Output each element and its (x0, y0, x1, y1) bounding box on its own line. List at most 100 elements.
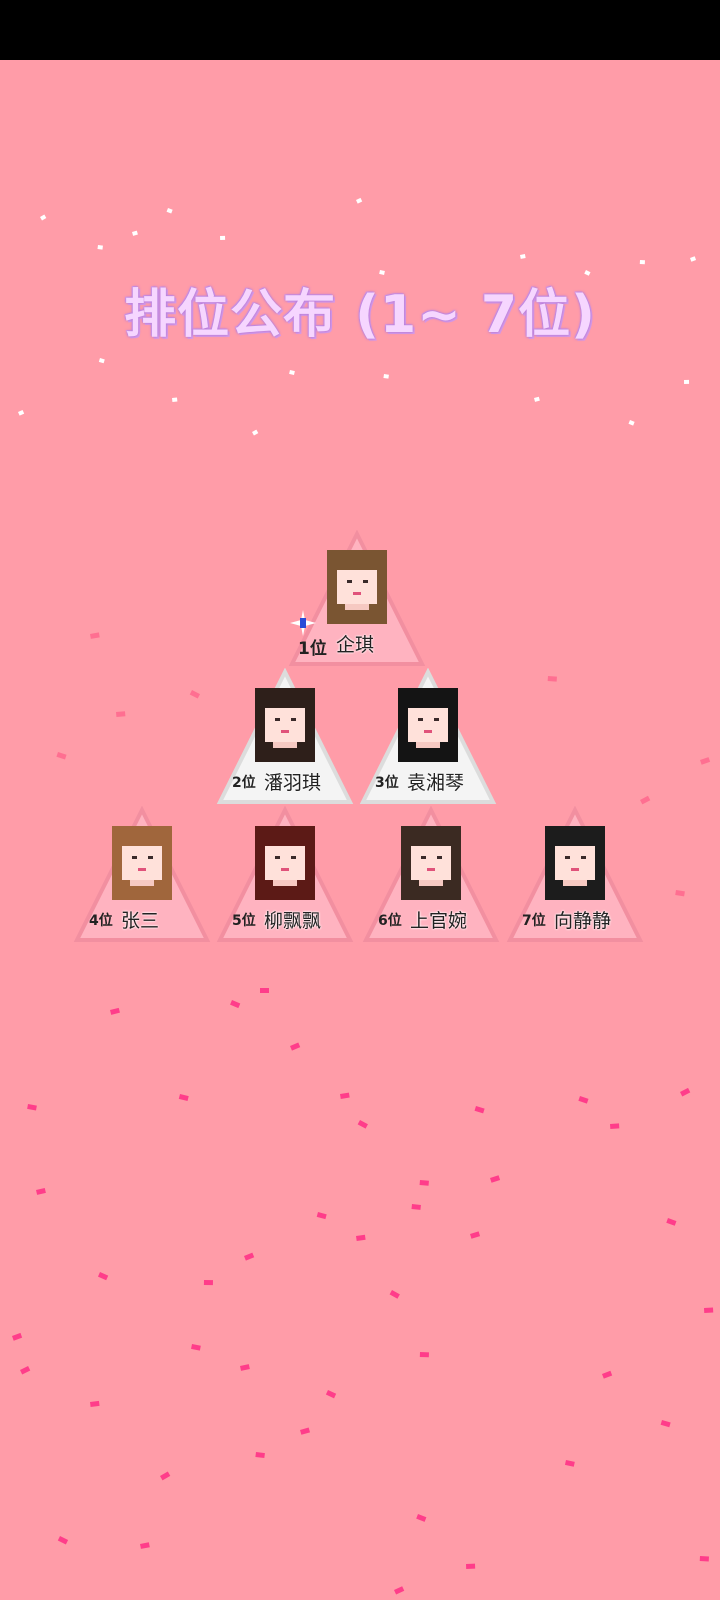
rank-card-2[interactable]: 2位 潘羽琪 (216, 668, 354, 806)
confetti-piece (203, 1280, 213, 1286)
rank-label: 3位 (375, 775, 399, 791)
avatar (112, 826, 172, 900)
confetti-piece (172, 397, 178, 402)
confetti-piece (465, 1563, 476, 1569)
confetti-piece (299, 1427, 311, 1435)
confetti-piece (220, 235, 226, 240)
avatar (545, 826, 605, 900)
confetti-piece (684, 379, 690, 384)
rank-label: 2位 (232, 775, 256, 791)
rank-label: 1位 (298, 639, 327, 659)
confetti-piece (17, 409, 25, 416)
confetti-piece (474, 1106, 485, 1114)
confetti-piece (389, 1290, 400, 1299)
player-name: 潘羽琪 (264, 772, 322, 794)
confetti-piece (383, 374, 389, 379)
confetti-piece (355, 1234, 366, 1241)
confetti-piece (704, 1307, 714, 1313)
rank-card-4[interactable]: 4位 张三 (73, 806, 211, 944)
confetti-piece (470, 1231, 481, 1239)
confetti-piece (139, 1542, 150, 1549)
player-name: 向静静 (554, 910, 612, 932)
confetti-piece (97, 245, 103, 250)
avatar (398, 688, 458, 762)
rank-label: 5位 (232, 913, 256, 929)
confetti-piece (255, 1452, 265, 1459)
confetti-piece (290, 1042, 301, 1051)
avatar (327, 550, 387, 624)
confetti-piece (547, 676, 557, 682)
confetti-piece (325, 1389, 337, 1399)
confetti-piece (90, 632, 100, 639)
confetti-piece (289, 370, 295, 376)
confetti-piece (610, 1123, 620, 1129)
confetti-piece (251, 429, 259, 436)
confetti-piece (679, 1087, 691, 1097)
confetti-piece (534, 396, 540, 402)
sparkle-icon (290, 610, 316, 636)
confetti-piece (675, 890, 685, 897)
confetti-piece (97, 1271, 109, 1281)
confetti-piece (340, 1092, 350, 1099)
confetti-piece (578, 1096, 589, 1104)
confetti-piece (159, 1471, 171, 1481)
confetti-piece (699, 757, 711, 765)
confetti-piece (419, 1352, 429, 1358)
confetti-piece (260, 988, 269, 993)
confetti-piece (660, 1420, 671, 1428)
rank-card-3[interactable]: 3位 袁湘琴 (359, 668, 497, 806)
confetti-piece (166, 208, 173, 214)
avatar (255, 826, 315, 900)
status-bar (0, 0, 720, 60)
confetti-piece (89, 1400, 100, 1407)
player-name: 柳飘飘 (264, 910, 322, 932)
rank-card-1[interactable]: 1位 企琪 (288, 530, 426, 668)
confetti-piece (189, 690, 201, 699)
confetti-piece (394, 1586, 405, 1595)
confetti-piece (110, 1007, 120, 1015)
confetti-piece (191, 1344, 201, 1351)
confetti-piece (36, 1187, 46, 1195)
player-name: 张三 (121, 910, 160, 932)
avatar (255, 688, 315, 762)
confetti-piece (564, 1460, 575, 1467)
avatar (401, 826, 461, 900)
rank-card-5[interactable]: 5位 柳飘飘 (216, 806, 354, 944)
confetti-piece (316, 1212, 327, 1220)
rank-card-7[interactable]: 7位 向静静 (506, 806, 644, 944)
confetti-piece (639, 260, 645, 265)
confetti-piece (690, 256, 697, 262)
confetti-piece (357, 1120, 368, 1129)
confetti-piece (56, 752, 67, 760)
player-name: 企琪 (336, 634, 375, 656)
rank-label: 4位 (89, 913, 113, 929)
confetti-piece (57, 1535, 69, 1545)
confetti-piece (11, 1332, 23, 1341)
page-title: 排位公布 (1~ 7位) (124, 285, 596, 345)
confetti-piece (699, 1556, 709, 1562)
confetti-piece (116, 711, 126, 717)
confetti-piece (419, 1180, 429, 1186)
player-name: 上官婉 (410, 910, 468, 932)
confetti-piece (356, 197, 363, 204)
confetti-piece (20, 1366, 31, 1375)
rank-label: 6位 (378, 913, 402, 929)
confetti-piece (40, 214, 47, 221)
confetti-piece (416, 1514, 427, 1522)
confetti-piece (98, 357, 105, 364)
confetti-piece (244, 1252, 255, 1261)
confetti-piece (490, 1175, 501, 1183)
confetti-piece (411, 1203, 421, 1210)
confetti-piece (602, 1370, 613, 1379)
confetti-piece (132, 230, 138, 236)
rank-card-6[interactable]: 6位 上官婉 (362, 806, 500, 944)
confetti-piece (240, 1364, 250, 1371)
confetti-piece (27, 1104, 37, 1111)
confetti-piece (628, 420, 635, 426)
player-name: 袁湘琴 (407, 772, 465, 794)
confetti-piece (178, 1094, 189, 1102)
rank-label: 7位 (522, 913, 546, 929)
confetti-piece (520, 254, 526, 259)
confetti-piece (640, 795, 651, 805)
confetti-piece (230, 1000, 241, 1009)
